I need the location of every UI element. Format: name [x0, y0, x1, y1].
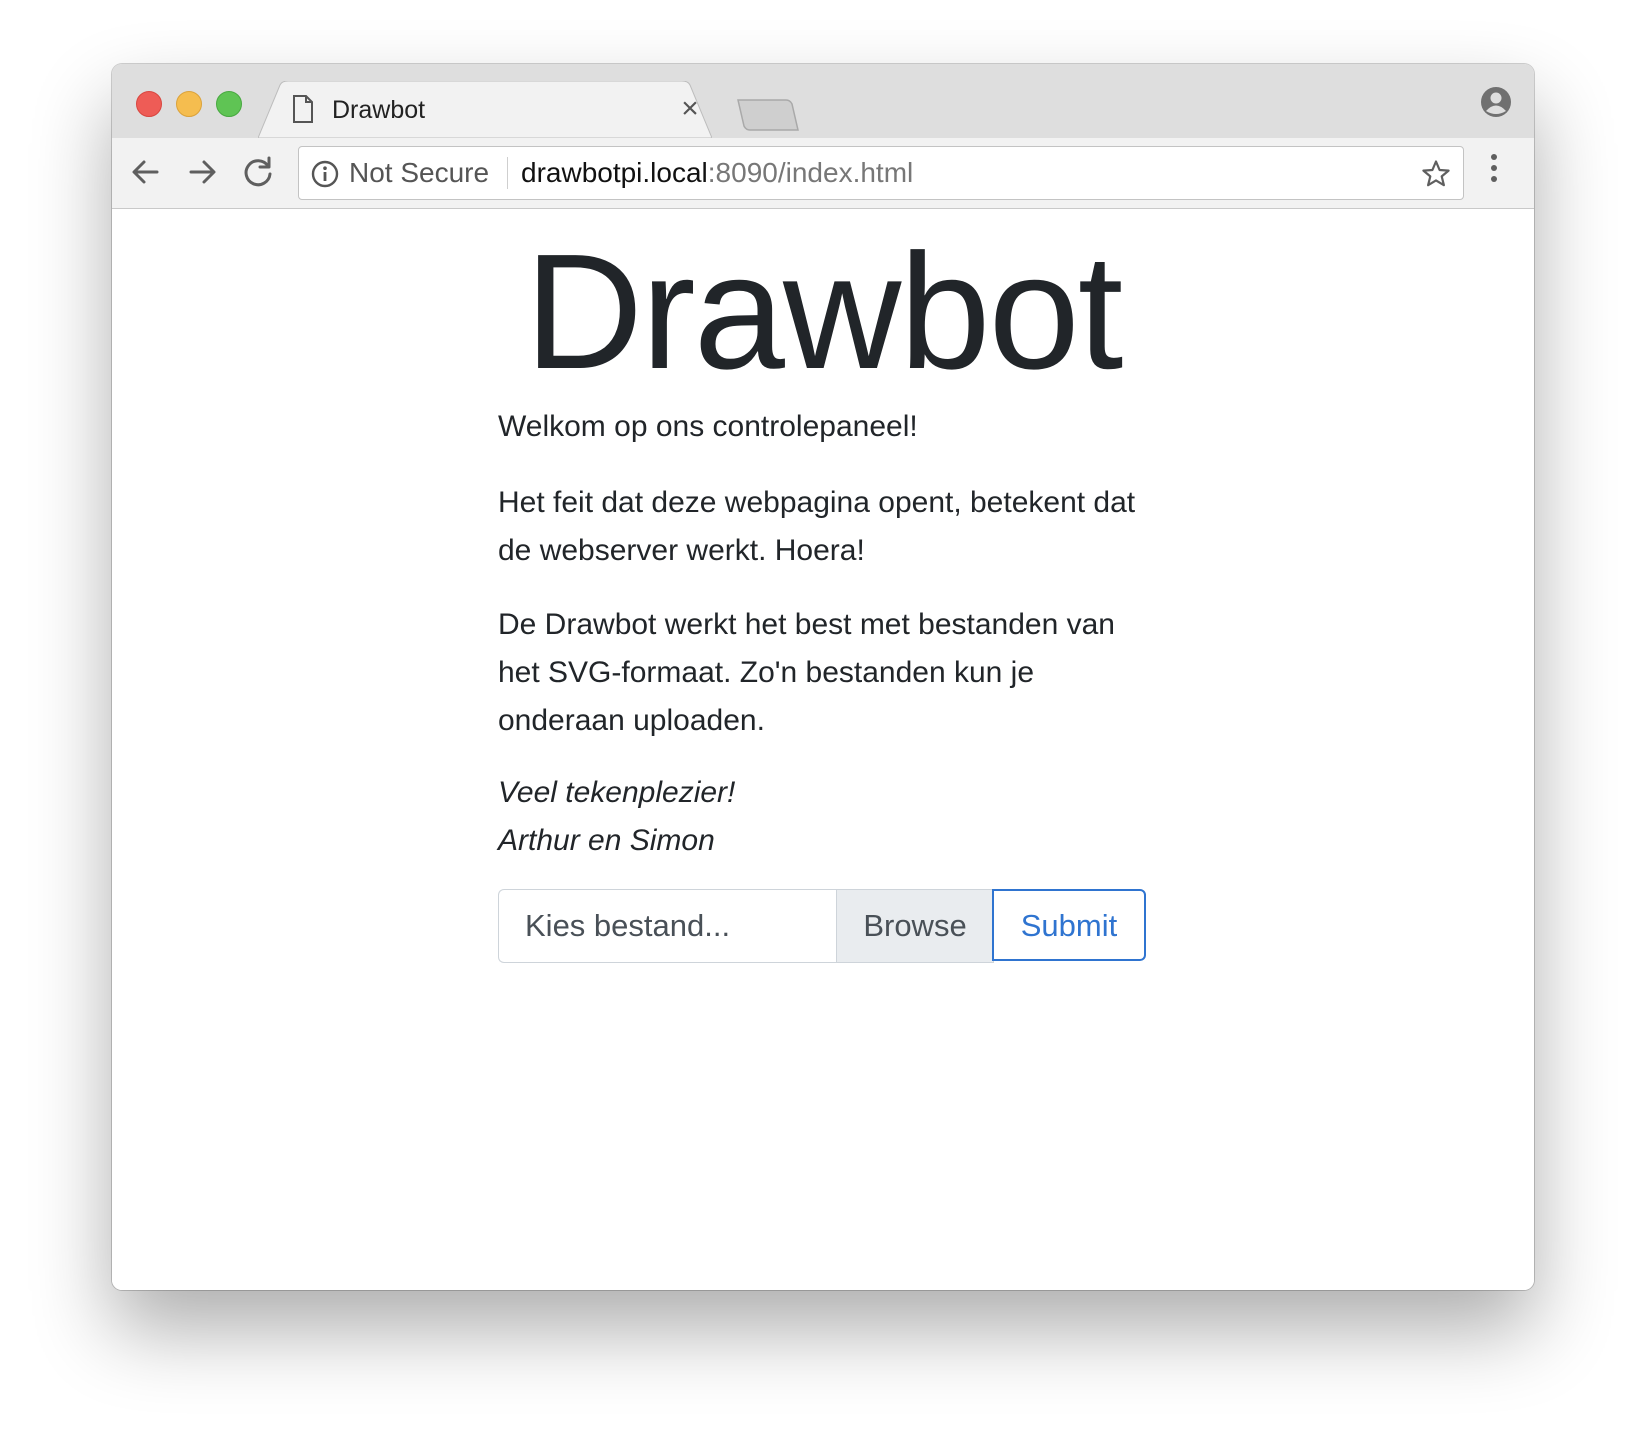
info-icon[interactable]	[311, 160, 339, 193]
url-path: :8090/index.html	[707, 157, 914, 188]
forward-icon[interactable]	[182, 152, 222, 192]
address-bar[interactable]: Not Secure drawbotpi.local:8090/index.ht…	[298, 146, 1464, 200]
tab-drawbot[interactable]: Drawbot ×	[258, 81, 712, 138]
signoff-line-2: Arthur en Simon	[498, 824, 715, 857]
url-text[interactable]: drawbotpi.local:8090/index.html	[521, 157, 913, 189]
minimize-window-button[interactable]	[176, 91, 202, 117]
browse-button[interactable]: Browse	[836, 889, 994, 963]
back-icon[interactable]	[126, 152, 166, 192]
tab-title: Drawbot	[332, 96, 426, 124]
close-icon[interactable]: ×	[676, 94, 704, 124]
file-input-placeholder: Kies bestand...	[525, 908, 731, 943]
server-status-paragraph: Het feit dat deze webpagina opent, betek…	[498, 486, 1136, 567]
tab-background	[258, 81, 712, 138]
browser-window: Drawbot × Not Secure drawbotpi.local:809…	[112, 64, 1534, 1290]
page-title: Drawbot	[524, 220, 1124, 403]
omnibox-divider	[507, 157, 508, 189]
menu-icon[interactable]	[1488, 152, 1500, 189]
signoff: Veel tekenplezier! Arthur en Simon	[498, 769, 1158, 865]
profile-icon[interactable]	[1480, 86, 1512, 123]
file-input[interactable]: Kies bestand...	[498, 889, 837, 963]
security-label[interactable]: Not Secure	[349, 157, 489, 189]
star-icon[interactable]	[1421, 159, 1451, 194]
page-icon	[292, 95, 314, 128]
new-tab-icon[interactable]	[736, 98, 800, 137]
title-bar: Drawbot ×	[112, 64, 1534, 138]
close-window-button[interactable]	[136, 91, 162, 117]
maximize-window-button[interactable]	[216, 91, 242, 117]
signoff-line-1: Veel tekenplezier!	[498, 776, 736, 809]
submit-button[interactable]: Submit	[992, 889, 1146, 961]
url-host: drawbotpi.local	[521, 157, 708, 188]
page-content: Drawbot Welkom op ons controlepaneel! He…	[112, 209, 1534, 1290]
upload-form: Kies bestand... Browse Submit	[498, 889, 1150, 963]
reload-icon[interactable]	[238, 152, 278, 192]
welcome-paragraph: Welkom op ons controlepaneel!	[498, 410, 918, 443]
browser-toolbar: Not Secure drawbotpi.local:8090/index.ht…	[112, 138, 1534, 209]
svg-info-paragraph: De Drawbot werkt het best met bestanden …	[498, 608, 1115, 737]
